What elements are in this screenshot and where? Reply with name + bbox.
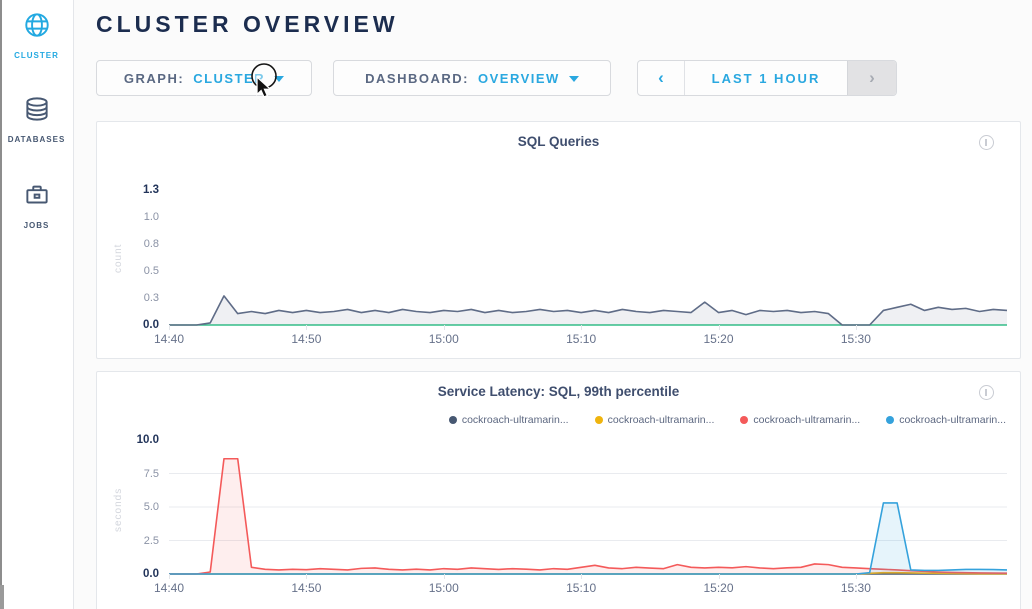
sidebar-item-label: JOBS [24, 221, 50, 230]
scrollbar-thumb[interactable] [0, 585, 4, 609]
y-tick-label: 5.0 [144, 501, 159, 513]
x-tick-mark [719, 325, 720, 330]
legend-dot-icon [449, 416, 457, 424]
chart-title: SQL Queries [97, 134, 1020, 149]
x-tick-mark [169, 325, 170, 330]
chart-plot-area [169, 190, 1007, 325]
info-icon[interactable] [979, 135, 994, 150]
time-window-label[interactable]: LAST 1 HOUR [685, 61, 847, 95]
legend-label: cockroach-ultramarin... [753, 414, 860, 426]
y-ticks: 1.31.00.80.50.30.0 [97, 190, 159, 325]
x-tick-mark [581, 574, 582, 579]
y-tick-label: 0.8 [144, 238, 159, 250]
briefcase-icon [22, 180, 52, 215]
x-tick-mark [719, 574, 720, 579]
x-tick-label: 14:50 [291, 332, 321, 346]
x-tick-label: 15:30 [841, 581, 871, 595]
y-tick-label: 0.0 [143, 568, 159, 580]
x-tick-label: 14:40 [154, 581, 184, 595]
legend-item[interactable]: cockroach-ultramarin... [449, 414, 569, 426]
x-ticks: 14:4014:5015:0015:1015:2015:30 [169, 328, 1007, 346]
chart-plot-area [169, 440, 1007, 574]
databases-icon [22, 94, 52, 129]
chart-title: Service Latency: SQL, 99th percentile [97, 384, 1020, 399]
y-ticks: 10.07.55.02.50.0 [97, 440, 159, 574]
sidebar-item-label: DATABASES [8, 135, 66, 144]
sidebar-item-cluster[interactable]: CLUSTER [0, 10, 73, 60]
x-tick-mark [444, 574, 445, 579]
chart-svg [169, 440, 1007, 574]
graph-dropdown-label: GRAPH: [124, 71, 184, 86]
legend-label: cockroach-ultramarin... [608, 414, 715, 426]
x-tick-label: 14:50 [291, 581, 321, 595]
legend-dot-icon [595, 416, 603, 424]
time-next-button-disabled: › [847, 61, 896, 95]
dashboard-dropdown-label: DASHBOARD: [365, 71, 469, 86]
x-tick-mark [306, 574, 307, 579]
x-tick-label: 15:20 [703, 332, 733, 346]
legend-item[interactable]: cockroach-ultramarin... [886, 414, 1006, 426]
main-content: CLUSTER OVERVIEW GRAPH: CLUSTER DASHBOAR… [74, 0, 1032, 609]
y-tick-label: 0.3 [144, 292, 159, 304]
y-tick-label: 1.3 [143, 184, 159, 196]
dashboard-dropdown-value: OVERVIEW [478, 71, 560, 86]
page-title: CLUSTER OVERVIEW [96, 11, 399, 38]
sidebar-item-databases[interactable]: DATABASES [0, 94, 73, 144]
sidebar-item-jobs[interactable]: JOBS [0, 180, 73, 230]
legend-label: cockroach-ultramarin... [899, 414, 1006, 426]
legend-item[interactable]: cockroach-ultramarin... [740, 414, 860, 426]
chart-svg [169, 190, 1007, 325]
y-tick-label: 0.5 [144, 265, 159, 277]
x-tick-label: 15:20 [703, 581, 733, 595]
series-area-sql-queries [169, 296, 1007, 325]
legend-item[interactable]: cockroach-ultramarin... [595, 414, 715, 426]
chart-panel-sql-queries: SQL Queries count 1.31.00.80.50.30.0 14:… [96, 121, 1021, 359]
chevron-down-icon [569, 76, 579, 82]
x-tick-label: 15:00 [429, 581, 459, 595]
x-tick-label: 15:10 [566, 581, 596, 595]
legend-label: cockroach-ultramarin... [462, 414, 569, 426]
y-tick-label: 10.0 [137, 434, 159, 446]
graph-dropdown-value: CLUSTER [193, 71, 265, 86]
x-tick-label: 15:10 [566, 332, 596, 346]
x-tick-mark [306, 325, 307, 330]
info-icon[interactable] [979, 385, 994, 400]
y-tick-label: 7.5 [144, 468, 159, 480]
legend-dot-icon [886, 416, 894, 424]
x-tick-mark [856, 325, 857, 330]
time-prev-button[interactable]: ‹ [638, 61, 685, 95]
cluster-overview-page: { "header": { "title": "CLUSTER OVERVIEW… [0, 0, 1032, 609]
x-tick-mark [169, 574, 170, 579]
legend-dot-icon [740, 416, 748, 424]
x-tick-mark [856, 574, 857, 579]
chart-panel-service-latency: Service Latency: SQL, 99th percentile co… [96, 371, 1021, 609]
x-tick-label: 15:30 [841, 332, 871, 346]
y-tick-label: 2.5 [144, 535, 159, 547]
controls-bar: GRAPH: CLUSTER DASHBOARD: OVERVIEW ‹ LAS… [96, 60, 897, 96]
sidebar-item-label: CLUSTER [14, 51, 59, 60]
x-tick-mark [581, 325, 582, 330]
chevron-down-icon [274, 76, 284, 82]
chart-legend: cockroach-ultramarin... cockroach-ultrama… [449, 414, 1006, 426]
x-tick-mark [444, 325, 445, 330]
y-tick-label: 0.0 [143, 319, 159, 331]
dashboard-dropdown[interactable]: DASHBOARD: OVERVIEW [333, 60, 611, 96]
time-window-selector: ‹ LAST 1 HOUR › [637, 60, 897, 96]
x-tick-label: 14:40 [154, 332, 184, 346]
globe-icon [22, 10, 52, 45]
x-ticks: 14:4014:5015:0015:1015:2015:30 [169, 577, 1007, 595]
graph-dropdown[interactable]: GRAPH: CLUSTER [96, 60, 312, 96]
sidebar: CLUSTER DATABASES JOBS [0, 0, 74, 609]
y-tick-label: 1.0 [144, 211, 159, 223]
x-tick-label: 15:00 [429, 332, 459, 346]
window-edge [0, 0, 2, 609]
